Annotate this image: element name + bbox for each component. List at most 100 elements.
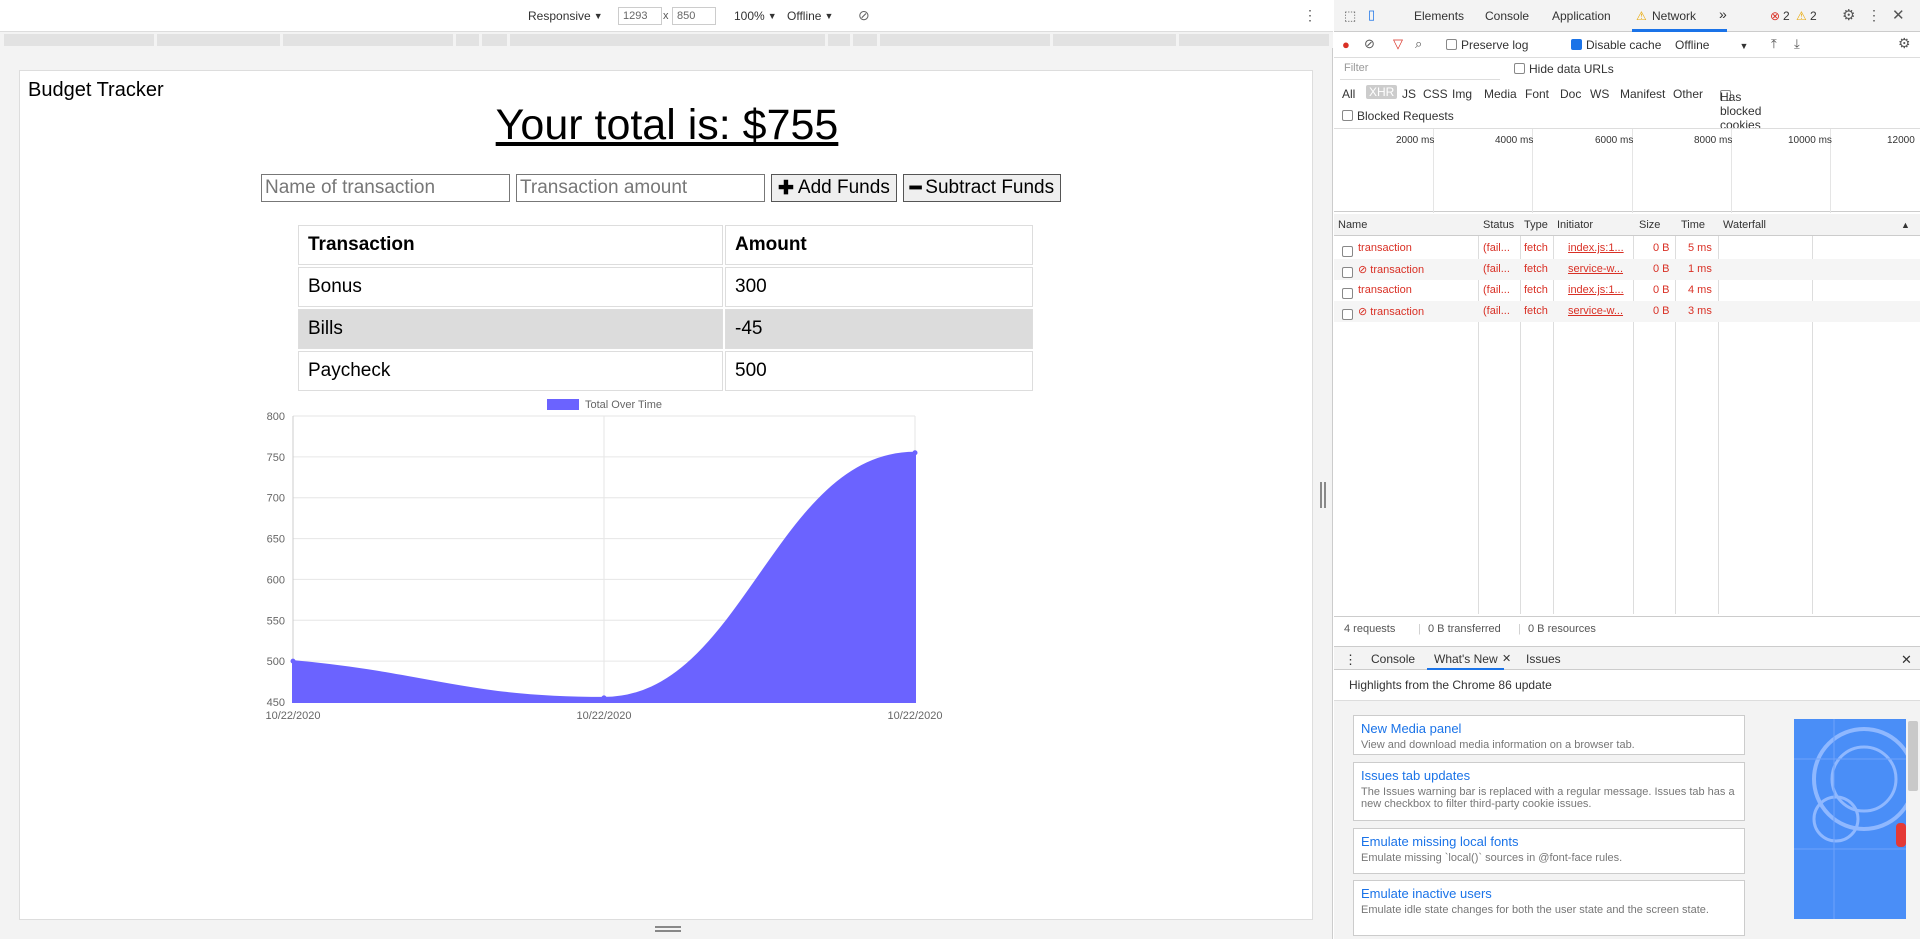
throttle-label: Offline bbox=[1675, 38, 1710, 52]
drawer-tab-bar: ⋮ Console What's New ✕ Issues ✕ bbox=[1334, 646, 1920, 670]
resize-handle-right[interactable] bbox=[1320, 482, 1326, 508]
scrollbar[interactable] bbox=[1908, 721, 1918, 791]
request-initiator[interactable]: index.js:1... bbox=[1568, 284, 1624, 296]
dropdown-arrow-icon: ▼ bbox=[1739, 41, 1749, 51]
height-input[interactable]: 850 bbox=[672, 7, 716, 25]
column-header[interactable]: Type bbox=[1524, 219, 1548, 231]
network-overview-timeline[interactable]: 2000 ms 4000 ms 6000 ms 8000 ms 10000 ms… bbox=[1334, 128, 1920, 213]
search-icon[interactable]: ⌕ bbox=[1415, 36, 1422, 52]
inspect-element-icon[interactable]: ⬚ bbox=[1344, 8, 1356, 24]
request-initiator[interactable]: service-w... bbox=[1568, 263, 1623, 275]
close-icon[interactable]: ✕ bbox=[1892, 6, 1905, 24]
media-query-bar[interactable] bbox=[0, 32, 1333, 48]
type-filter-media[interactable]: Media bbox=[1484, 87, 1517, 101]
transaction-amount-input[interactable] bbox=[516, 174, 765, 202]
throttle-select[interactable]: Offline ▼ bbox=[1675, 38, 1748, 52]
request-time: 1 ms bbox=[1688, 263, 1712, 275]
drawer-tab-whats-new[interactable]: What's New bbox=[1434, 652, 1498, 666]
width-input[interactable]: 1293 bbox=[618, 7, 662, 25]
filter-icon[interactable]: ▽ bbox=[1393, 36, 1403, 52]
disable-cache-checkbox[interactable]: Disable cache bbox=[1571, 38, 1661, 52]
feature-title[interactable]: Emulate missing local fonts bbox=[1361, 834, 1737, 849]
blocked-requests-checkbox[interactable]: Blocked Requests bbox=[1342, 109, 1454, 123]
more-options-icon[interactable]: ⋮ bbox=[1303, 7, 1317, 24]
error-count[interactable]: 2 bbox=[1783, 9, 1790, 23]
type-filter-font[interactable]: Font bbox=[1525, 87, 1549, 101]
feature-title[interactable]: Issues tab updates bbox=[1361, 768, 1737, 783]
feature-card[interactable]: Emulate missing local fonts Emulate miss… bbox=[1353, 828, 1745, 874]
resize-handle-bottom[interactable] bbox=[655, 926, 681, 932]
network-settings-icon[interactable]: ⚙ bbox=[1898, 35, 1911, 52]
device-select[interactable]: Responsive ▼ bbox=[528, 9, 603, 23]
column-header[interactable]: Waterfall bbox=[1723, 219, 1766, 231]
gear-icon[interactable]: ⚙ bbox=[1842, 6, 1855, 24]
type-filter-js[interactable]: JS bbox=[1402, 87, 1416, 101]
type-filter-img[interactable]: Img bbox=[1452, 87, 1472, 101]
type-filter-xhr[interactable]: XHR bbox=[1366, 85, 1398, 99]
record-icon[interactable]: ● bbox=[1342, 37, 1350, 52]
request-status: (fail... bbox=[1483, 242, 1510, 254]
warning-icon[interactable]: ⚠ bbox=[1796, 9, 1807, 23]
rotate-icon[interactable]: ⊘ bbox=[858, 7, 870, 24]
y-tick-label: 750 bbox=[267, 452, 285, 464]
tab-network[interactable]: Network bbox=[1652, 9, 1696, 23]
type-filter-ws[interactable]: WS bbox=[1590, 87, 1609, 101]
error-icon[interactable]: ⊗ bbox=[1770, 9, 1780, 23]
tab-elements[interactable]: Elements bbox=[1414, 9, 1464, 23]
column-header[interactable]: Initiator bbox=[1557, 219, 1593, 231]
timeline-tick: 10000 ms bbox=[1788, 135, 1832, 146]
feature-card[interactable]: New Media panel View and download media … bbox=[1353, 715, 1745, 755]
type-filter-doc[interactable]: Doc bbox=[1560, 87, 1581, 101]
throttle-select[interactable]: Offline ▼ bbox=[787, 9, 833, 23]
zoom-select[interactable]: 100% ▼ bbox=[734, 9, 777, 23]
preserve-log-checkbox[interactable]: Preserve log bbox=[1446, 38, 1528, 52]
device-toolbar-icon[interactable]: ▯ bbox=[1368, 7, 1375, 23]
drawer-menu-icon[interactable]: ⋮ bbox=[1344, 652, 1357, 668]
drawer-tab-issues[interactable]: Issues bbox=[1526, 652, 1561, 666]
subtract-funds-button[interactable]: ━ Subtract Funds bbox=[902, 174, 1062, 202]
feature-card[interactable]: Emulate inactive users Emulate idle stat… bbox=[1353, 880, 1745, 936]
column-header[interactable]: Name bbox=[1338, 219, 1367, 231]
devtools-panel: ⬚ ▯ Elements Console Application ⚠ Netwo… bbox=[1334, 0, 1920, 939]
type-filter-manifest[interactable]: Manifest bbox=[1620, 87, 1665, 101]
transaction-name-input[interactable] bbox=[261, 174, 510, 202]
column-header[interactable]: Size bbox=[1639, 219, 1660, 231]
y-tick-label: 700 bbox=[267, 493, 285, 505]
close-tab-icon[interactable]: ✕ bbox=[1502, 652, 1511, 665]
filter-row: Filter Hide data URLs bbox=[1334, 58, 1920, 82]
column-header[interactable]: Time bbox=[1681, 219, 1705, 231]
tab-application[interactable]: Application bbox=[1552, 9, 1611, 23]
hide-data-urls-checkbox[interactable]: Hide data URLs bbox=[1514, 62, 1614, 76]
sort-up-icon[interactable]: ▲ bbox=[1901, 220, 1910, 230]
transaction-form: ✚ Add Funds ━ Subtract Funds bbox=[261, 174, 1062, 202]
column-header[interactable]: Status bbox=[1483, 219, 1514, 231]
drawer-tab-console[interactable]: Console bbox=[1371, 652, 1415, 666]
table-row[interactable]: ⊘ transaction (fail... fetch service-w..… bbox=[1334, 259, 1920, 280]
request-status: (fail... bbox=[1483, 284, 1510, 296]
transactions-table: Transaction Amount Bonus 300 Bills -45 P… bbox=[296, 223, 1035, 393]
table-row[interactable]: ⊘ transaction (fail... fetch service-w..… bbox=[1334, 301, 1920, 322]
y-tick-label: 550 bbox=[267, 615, 285, 627]
type-filter-all[interactable]: All bbox=[1342, 87, 1355, 101]
type-filter-other[interactable]: Other bbox=[1673, 87, 1703, 101]
type-filter-css[interactable]: CSS bbox=[1423, 87, 1448, 101]
add-funds-button[interactable]: ✚ Add Funds bbox=[771, 174, 897, 202]
tab-console[interactable]: Console bbox=[1485, 9, 1529, 23]
import-har-icon[interactable]: ⤒ bbox=[1771, 36, 1777, 52]
table-row[interactable]: transaction (fail... fetch index.js:1...… bbox=[1334, 280, 1920, 301]
close-drawer-icon[interactable]: ✕ bbox=[1901, 652, 1912, 668]
table-row[interactable]: transaction (fail... fetch index.js:1...… bbox=[1334, 238, 1920, 259]
warning-count[interactable]: 2 bbox=[1810, 9, 1817, 23]
filter-input[interactable]: Filter bbox=[1340, 62, 1500, 80]
feature-card[interactable]: Issues tab updates The Issues warning ba… bbox=[1353, 762, 1745, 821]
more-options-icon[interactable]: ⋮ bbox=[1867, 7, 1881, 24]
feature-title[interactable]: New Media panel bbox=[1361, 721, 1737, 736]
request-initiator[interactable]: index.js:1... bbox=[1568, 242, 1624, 254]
more-tabs-icon[interactable]: » bbox=[1719, 6, 1727, 22]
export-har-icon[interactable]: ⤓ bbox=[1794, 36, 1800, 52]
clear-icon[interactable]: ⊘ bbox=[1364, 36, 1375, 52]
chrome-update-illustration[interactable] bbox=[1794, 719, 1906, 919]
legend-label: Total Over Time bbox=[585, 399, 662, 411]
feature-title[interactable]: Emulate inactive users bbox=[1361, 886, 1737, 901]
request-initiator[interactable]: service-w... bbox=[1568, 305, 1623, 317]
